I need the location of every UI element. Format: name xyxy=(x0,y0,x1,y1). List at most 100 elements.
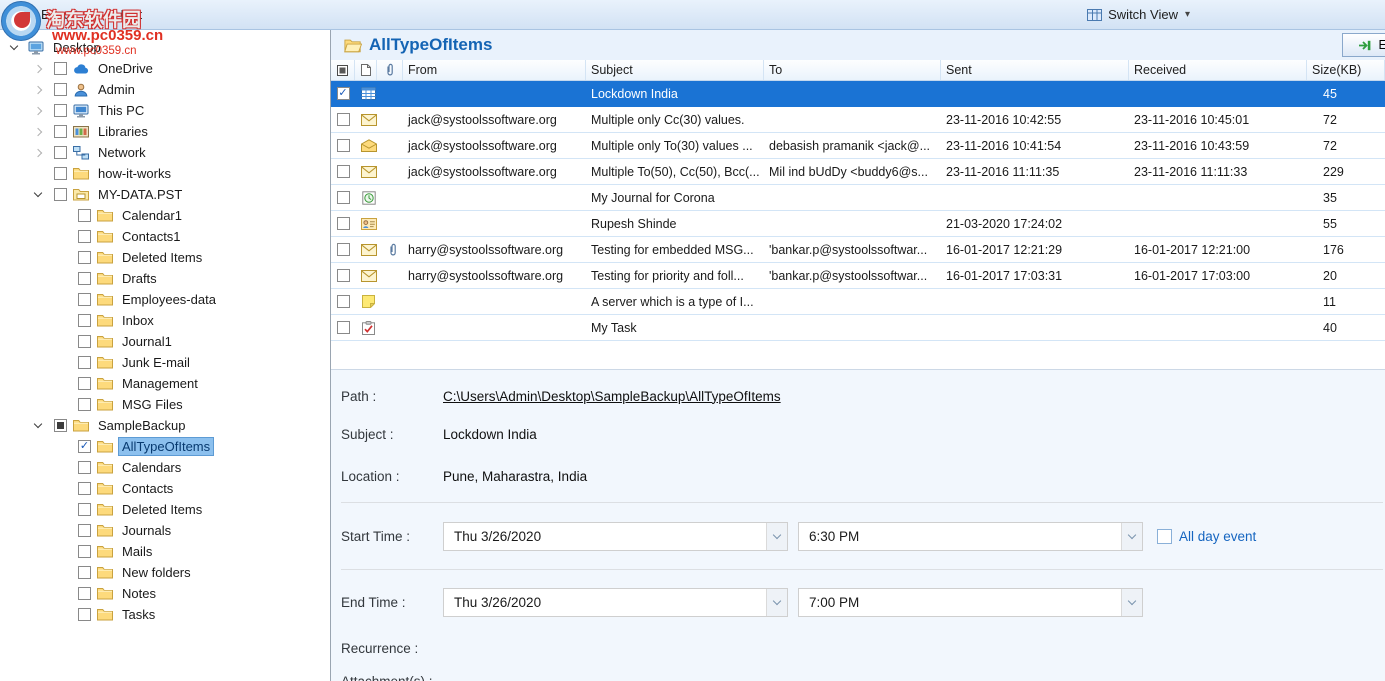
column-header-subject[interactable]: Subject xyxy=(586,60,764,80)
chevron-down-icon[interactable] xyxy=(766,523,787,550)
message-row[interactable]: harry@systoolssoftware.orgTesting for pr… xyxy=(331,263,1385,289)
tree-item-alltypeofitems[interactable]: ✓AllTypeOfItems xyxy=(0,436,330,457)
tree-item-onedrive[interactable]: OneDrive xyxy=(0,58,330,79)
tree-item-checkbox[interactable] xyxy=(54,83,67,96)
chevron-collapsed-icon[interactable] xyxy=(30,61,46,77)
chevron-collapsed-icon[interactable] xyxy=(30,103,46,119)
chevron-collapsed-icon[interactable] xyxy=(30,145,46,161)
message-row[interactable]: jack@systoolssoftware.orgMultiple only T… xyxy=(331,133,1385,159)
tree-item-checkbox[interactable] xyxy=(78,398,91,411)
path-link[interactable]: C:\Users\Admin\Desktop\SampleBackup\AllT… xyxy=(443,389,781,404)
tree-item-employees-data[interactable]: Employees-data xyxy=(0,289,330,310)
export-selected-button[interactable]: Exp xyxy=(1342,33,1385,57)
column-header-from[interactable]: From xyxy=(403,60,586,80)
message-row[interactable]: ✓Lockdown India45 xyxy=(331,81,1385,107)
chevron-collapsed-icon[interactable] xyxy=(30,124,46,140)
tree-item-checkbox[interactable] xyxy=(78,377,91,390)
message-row[interactable]: jack@systoolssoftware.orgMultiple only C… xyxy=(331,107,1385,133)
tree-item-checkbox[interactable] xyxy=(54,62,67,75)
tree-item-new-folders[interactable]: New folders xyxy=(0,562,330,583)
start-date-combobox[interactable]: Thu 3/26/2020 xyxy=(443,522,788,551)
tree-item-checkbox[interactable] xyxy=(54,146,67,159)
message-row[interactable]: My Task40 xyxy=(331,315,1385,341)
chevron-down-icon[interactable] xyxy=(766,589,787,616)
tree-item-this-pc[interactable]: This PC xyxy=(0,100,330,121)
switch-view-button[interactable]: Switch View ▾ xyxy=(1075,5,1195,25)
row-checkbox[interactable] xyxy=(337,217,350,230)
tree-item-libraries[interactable]: Libraries xyxy=(0,121,330,142)
tree-item-my-data-pst[interactable]: MY-DATA.PST xyxy=(0,184,330,205)
column-header-size-kb[interactable]: Size(KB) xyxy=(1307,60,1385,80)
row-checkbox[interactable] xyxy=(337,139,350,152)
tree-item-contacts[interactable]: Contacts xyxy=(0,478,330,499)
message-row[interactable]: My Journal for Corona35 xyxy=(331,185,1385,211)
tree-item-checkbox[interactable] xyxy=(78,566,91,579)
tree-item-checkbox[interactable] xyxy=(54,167,67,180)
column-header-to[interactable]: To xyxy=(764,60,941,80)
chevron-down-icon[interactable] xyxy=(1121,523,1142,550)
message-row[interactable]: Rupesh Shinde21-03-2020 17:24:0255 xyxy=(331,211,1385,237)
tree-item-deleted-items[interactable]: Deleted Items xyxy=(0,499,330,520)
end-date-combobox[interactable]: Thu 3/26/2020 xyxy=(443,588,788,617)
start-time-combobox[interactable]: 6:30 PM xyxy=(798,522,1143,551)
tree-item-tasks[interactable]: Tasks xyxy=(0,604,330,625)
exit-button[interactable]: ✕ Exit xyxy=(100,5,148,25)
tree-item-contacts1[interactable]: Contacts1 xyxy=(0,226,330,247)
tree-item-calendars[interactable]: Calendars xyxy=(0,457,330,478)
chevron-down-icon[interactable] xyxy=(1121,589,1142,616)
select-all-checkbox[interactable] xyxy=(331,60,355,80)
tree-item-journal1[interactable]: Journal1 xyxy=(0,331,330,352)
tree-item-checkbox[interactable] xyxy=(78,272,91,285)
tree-item-calendar1[interactable]: Calendar1 xyxy=(0,205,330,226)
chevron-collapsed-icon[interactable] xyxy=(30,82,46,98)
row-checkbox[interactable] xyxy=(337,113,350,126)
tree-item-journals[interactable]: Journals xyxy=(0,520,330,541)
tree-item-checkbox[interactable] xyxy=(78,545,91,558)
message-row[interactable]: harry@systoolssoftware.orgTesting for em… xyxy=(331,237,1385,263)
tree-item-how-it-works[interactable]: how-it-works xyxy=(0,163,330,184)
tree-item-checkbox[interactable] xyxy=(54,188,67,201)
row-checkbox[interactable]: ✓ xyxy=(337,87,350,100)
tree-item-deleted-items[interactable]: Deleted Items xyxy=(0,247,330,268)
tree-item-checkbox[interactable] xyxy=(78,524,91,537)
column-header-sent[interactable]: Sent xyxy=(941,60,1129,80)
chevron-expanded-icon[interactable] xyxy=(30,418,46,434)
tree-item-management[interactable]: Management xyxy=(0,373,330,394)
tree-item-checkbox[interactable] xyxy=(78,587,91,600)
export-button[interactable]: Export xyxy=(8,5,84,25)
tree-item-checkbox[interactable] xyxy=(78,335,91,348)
row-checkbox[interactable] xyxy=(337,295,350,308)
row-checkbox[interactable] xyxy=(337,191,350,204)
tree-item-checkbox[interactable]: ✓ xyxy=(78,440,91,453)
tree-item-admin[interactable]: Admin xyxy=(0,79,330,100)
tree-item-checkbox[interactable] xyxy=(78,314,91,327)
tree-item-notes[interactable]: Notes xyxy=(0,583,330,604)
tree-item-checkbox[interactable] xyxy=(78,209,91,222)
tree-item-checkbox[interactable] xyxy=(78,251,91,264)
tree-item-junk-e-mail[interactable]: Junk E-mail xyxy=(0,352,330,373)
message-row[interactable]: A server which is a type of I...11 xyxy=(331,289,1385,315)
tree-item-network[interactable]: Network xyxy=(0,142,330,163)
column-header-received[interactable]: Received xyxy=(1129,60,1307,80)
tree-item-samplebackup[interactable]: SampleBackup xyxy=(0,415,330,436)
tree-item-desktop[interactable]: Desktop xyxy=(0,37,330,58)
tree-item-drafts[interactable]: Drafts xyxy=(0,268,330,289)
chevron-expanded-icon[interactable] xyxy=(30,187,46,203)
tree-item-checkbox[interactable] xyxy=(78,608,91,621)
tree-item-checkbox[interactable] xyxy=(78,230,91,243)
row-checkbox[interactable] xyxy=(337,165,350,178)
tree-item-mails[interactable]: Mails xyxy=(0,541,330,562)
tree-item-msg-files[interactable]: MSG Files xyxy=(0,394,330,415)
tree-item-inbox[interactable]: Inbox xyxy=(0,310,330,331)
all-day-checkbox[interactable] xyxy=(1157,529,1172,544)
row-checkbox[interactable] xyxy=(337,269,350,282)
tree-item-checkbox[interactable] xyxy=(54,104,67,117)
tree-item-checkbox[interactable] xyxy=(78,293,91,306)
tree-item-checkbox[interactable] xyxy=(78,482,91,495)
row-checkbox[interactable] xyxy=(337,243,350,256)
row-checkbox[interactable] xyxy=(337,321,350,334)
tree-item-checkbox[interactable] xyxy=(78,356,91,369)
chevron-expanded-icon[interactable] xyxy=(6,40,22,56)
message-row[interactable]: jack@systoolssoftware.orgMultiple To(50)… xyxy=(331,159,1385,185)
tree-item-checkbox[interactable] xyxy=(54,419,67,432)
